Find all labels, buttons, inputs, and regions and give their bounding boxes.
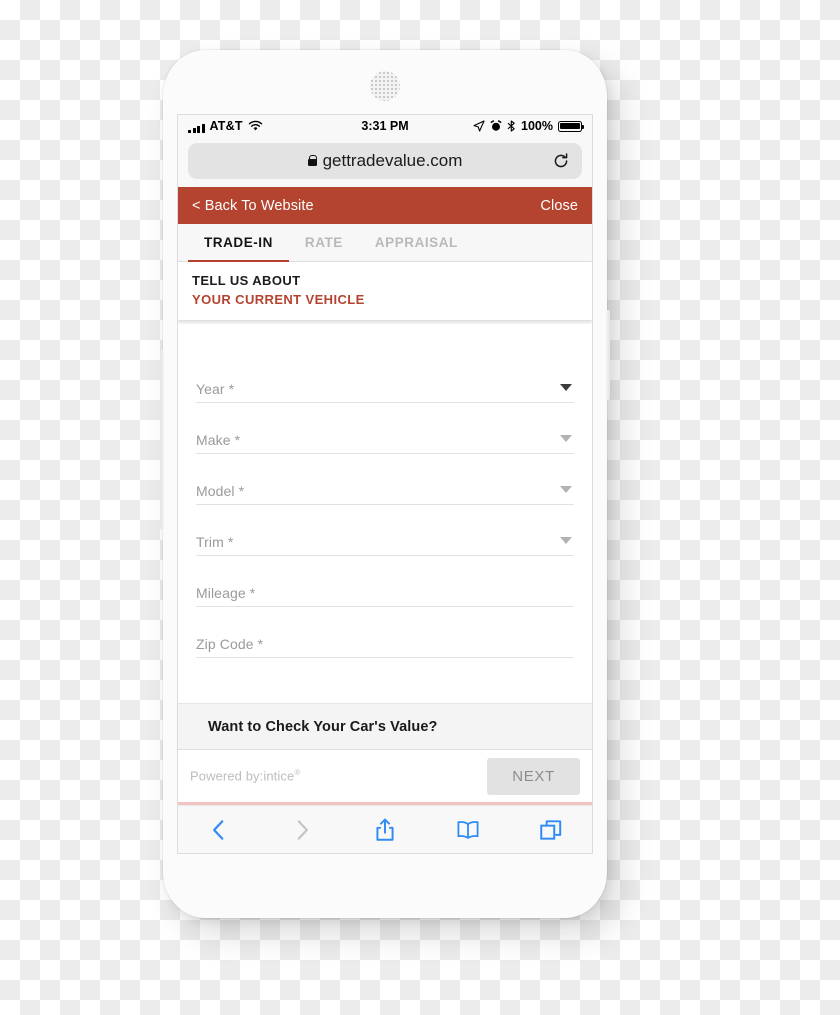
section-heading-line1: TELL US ABOUT <box>192 273 301 288</box>
battery-percent-label: 100% <box>521 119 553 133</box>
section-heading-line2: YOUR CURRENT VEHICLE <box>192 292 365 307</box>
ios-status-bar: AT&T 3:31 PM 100% <box>178 115 592 137</box>
location-arrow-icon <box>473 120 485 132</box>
field-trim[interactable]: Trim * <box>196 505 574 556</box>
address-bar[interactable]: gettradevalue.com <box>188 143 582 179</box>
field-mileage[interactable]: Mileage * <box>196 556 574 607</box>
field-zip-code-label: Zip Code * <box>196 636 264 652</box>
phone-screen: AT&T 3:31 PM 100% gettradevalue.com < Ba… <box>177 114 593 854</box>
url-text-group: gettradevalue.com <box>307 151 463 171</box>
lock-icon <box>307 154 317 166</box>
powered-by-label: Powered by:intice® <box>190 768 300 783</box>
alarm-clock-icon <box>490 120 502 131</box>
signal-bars-icon <box>188 124 205 133</box>
safari-urlbar-container: gettradevalue.com <box>178 137 592 187</box>
chevron-down-icon <box>560 486 572 493</box>
status-bar-right: 100% <box>473 119 585 133</box>
back-chevron-icon[interactable] <box>206 817 232 843</box>
url-label: gettradevalue.com <box>322 151 463 170</box>
registered-mark: ® <box>294 768 301 778</box>
phone-side-button-left <box>160 350 164 530</box>
app-footer: Powered by:intice® NEXT <box>178 750 592 802</box>
field-make[interactable]: Make * <box>196 403 574 454</box>
wifi-icon <box>248 120 262 131</box>
share-icon[interactable] <box>372 817 398 843</box>
powered-by-text: Powered by:intice <box>190 768 295 784</box>
book-icon[interactable] <box>455 817 481 843</box>
chevron-down-icon <box>560 435 572 442</box>
back-to-website-link[interactable]: < Back To Website <box>192 198 314 214</box>
reload-icon[interactable] <box>552 152 570 170</box>
field-make-label: Make * <box>196 432 241 448</box>
app-header-bar: < Back To Website Close <box>178 187 592 224</box>
field-zip-code[interactable]: Zip Code * <box>196 607 574 658</box>
screenshot-stage: AT&T 3:31 PM 100% gettradevalue.com < Ba… <box>0 0 840 1015</box>
chevron-down-icon <box>560 537 572 544</box>
tabs-icon[interactable] <box>538 817 564 843</box>
field-model[interactable]: Model * <box>196 454 574 505</box>
forward-chevron-icon <box>297 819 309 840</box>
form-card: Year * Make * Model * Trim * Mileage * Z… <box>178 324 592 703</box>
phone-side-button-right <box>606 310 610 400</box>
cta-band: Want to Check Your Car's Value? <box>178 703 592 750</box>
tab-appraisal[interactable]: APPRAISAL <box>359 224 474 261</box>
field-year-label: Year * <box>196 381 235 397</box>
section-heading: TELL US ABOUT YOUR CURRENT VEHICLE <box>178 262 592 320</box>
safari-bottom-toolbar <box>178 805 592 853</box>
close-button[interactable]: Close <box>540 198 578 214</box>
field-model-label: Model * <box>196 483 245 499</box>
cta-headline: Want to Check Your Car's Value? <box>208 718 438 735</box>
chevron-down-icon <box>560 384 572 391</box>
tab-trade-in[interactable]: TRADE-IN <box>188 224 289 262</box>
bluetooth-icon <box>507 120 515 132</box>
field-year[interactable]: Year * <box>196 352 574 403</box>
field-mileage-label: Mileage * <box>196 585 256 601</box>
form-scroll-area: Year * Make * Model * Trim * Mileage * Z… <box>178 320 592 703</box>
phone-device-frame: AT&T 3:31 PM 100% gettradevalue.com < Ba… <box>160 50 610 918</box>
phone-bottom-chin <box>163 858 607 918</box>
battery-icon <box>558 120 585 132</box>
carrier-label: AT&T <box>209 119 243 133</box>
status-bar-left: AT&T <box>188 119 263 133</box>
app-tab-bar: TRADE-IN RATE APPRAISAL <box>178 224 592 262</box>
field-trim-label: Trim * <box>196 534 234 550</box>
tab-rate[interactable]: RATE <box>289 224 359 261</box>
next-button[interactable]: NEXT <box>487 757 580 795</box>
earpiece-speaker-grille <box>370 71 400 101</box>
